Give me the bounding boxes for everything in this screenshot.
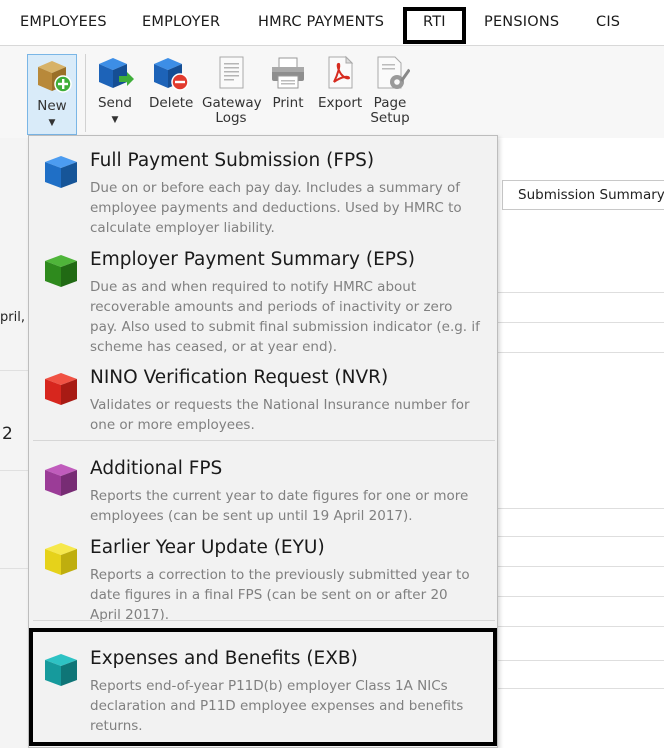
blue-cube-icon — [43, 154, 79, 190]
grid-line — [495, 536, 664, 537]
partial-number-text: 2 — [2, 424, 13, 444]
chevron-down-icon: ▼ — [111, 115, 119, 125]
menu-group-separator — [33, 440, 495, 441]
tab-pensions[interactable]: PENSIONS — [484, 14, 559, 30]
grid-line — [495, 660, 664, 661]
send-button-label: Send — [97, 95, 132, 111]
grid-line — [495, 508, 664, 509]
menu-item-title: Employer Payment Summary (EPS) — [90, 249, 415, 270]
exb-highlight-box — [29, 628, 497, 746]
print-button[interactable]: Print — [268, 54, 308, 111]
menu-item-description: Due on or before each pay day. Includes … — [90, 180, 462, 236]
new-submission-dropdown: Full Payment Submission (FPS) Due on or … — [28, 135, 498, 748]
menu-item-fps[interactable]: Full Payment Submission (FPS) Due on or … — [29, 150, 499, 240]
gateway-logs-icon — [211, 54, 251, 92]
rti-tab-highlight-box — [403, 7, 466, 44]
menu-item-additional-fps[interactable]: Additional FPS Reports the current year … — [29, 458, 499, 528]
page-setup-label-line2: Setup — [370, 110, 410, 126]
delete-icon — [150, 54, 190, 92]
gateway-logs-label-line2: Logs — [215, 110, 247, 126]
partial-date-text: pril, — [0, 310, 25, 325]
menu-item-eyu[interactable]: Earlier Year Update (EYU) Reports a corr… — [29, 537, 499, 627]
menu-item-description: Due as and when required to notify HMRC … — [90, 279, 480, 355]
new-button[interactable]: New ▼ — [27, 54, 77, 135]
grid-line — [495, 596, 664, 597]
grid-line — [495, 626, 664, 627]
print-button-label: Print — [272, 95, 304, 111]
grid-line — [495, 566, 664, 567]
tab-submission-summary[interactable]: Submission Summary — [502, 180, 664, 210]
grid-line — [495, 292, 664, 293]
purple-cube-icon — [43, 462, 79, 498]
tab-hmrc-payments[interactable]: HMRC PAYMENTS — [258, 14, 384, 30]
grid-line — [495, 688, 664, 689]
gateway-logs-button[interactable]: Gateway Logs — [202, 54, 262, 126]
export-button[interactable]: Export — [318, 54, 362, 111]
menu-group-separator — [33, 620, 495, 621]
new-submission-icon — [32, 57, 72, 95]
grid-line — [495, 352, 664, 353]
green-cube-icon — [43, 253, 79, 289]
tab-cis[interactable]: CIS — [596, 14, 620, 30]
page-setup-button[interactable]: Page Setup — [369, 54, 411, 126]
menu-item-title: Additional FPS — [90, 458, 223, 479]
pdf-export-icon — [320, 54, 360, 92]
ribbon-toolbar: New ▼ Send ▼ Delete Gateway Logs Print E… — [0, 46, 664, 138]
menu-item-eps[interactable]: Employer Payment Summary (EPS) Due as an… — [29, 249, 499, 359]
red-cube-icon — [43, 371, 79, 407]
tab-employees[interactable]: EMPLOYEES — [20, 14, 107, 30]
send-button[interactable]: Send ▼ — [95, 54, 135, 128]
main-menu-bar: EMPLOYEES EMPLOYER HMRC PAYMENTS RTI PEN… — [0, 0, 664, 46]
delete-button[interactable]: Delete — [149, 54, 194, 111]
menu-item-description: Validates or requests the National Insur… — [90, 397, 470, 433]
menu-item-title: Earlier Year Update (EYU) — [90, 537, 325, 558]
menu-item-nvr[interactable]: NINO Verification Request (NVR) Validate… — [29, 367, 499, 439]
tab-employer[interactable]: EMPLOYER — [142, 14, 220, 30]
print-icon — [268, 54, 308, 92]
grid-line — [495, 322, 664, 323]
menu-item-title: NINO Verification Request (NVR) — [90, 367, 389, 388]
menu-item-title: Full Payment Submission (FPS) — [90, 150, 375, 171]
menu-item-description: Reports the current year to date figures… — [90, 488, 469, 524]
export-button-label: Export — [318, 95, 363, 111]
delete-button-label: Delete — [149, 95, 194, 111]
menu-item-description: Reports a correction to the previously s… — [90, 567, 470, 623]
page-setup-icon — [370, 54, 411, 92]
chevron-down-icon: ▼ — [48, 118, 56, 128]
send-icon — [95, 54, 135, 92]
new-button-label: New — [37, 98, 67, 114]
yellow-cube-icon — [43, 541, 79, 577]
gateway-logs-label-line1: Gateway — [202, 95, 262, 111]
ribbon-separator — [85, 54, 86, 132]
page-setup-label-line1: Page — [373, 95, 407, 111]
